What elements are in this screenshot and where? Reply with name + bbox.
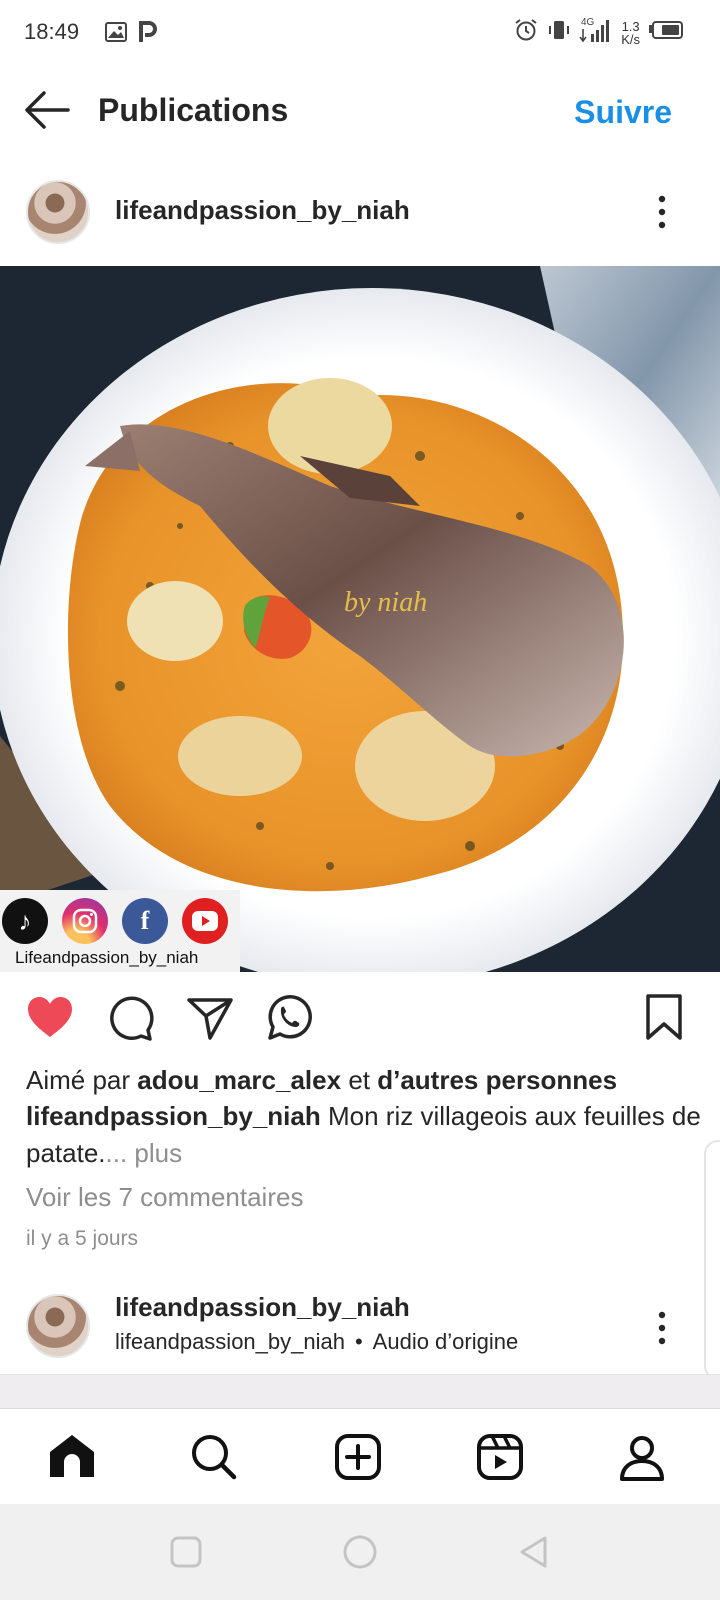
nav-home[interactable] [44, 1429, 100, 1485]
audio-info[interactable]: lifeandpassion_by_niah • Audio d’origine [115, 1329, 518, 1355]
alarm-icon [513, 17, 539, 48]
circle-icon [343, 1535, 377, 1569]
post-header: lifeandpassion_by_niah [0, 168, 720, 258]
post-caption: lifeandpassion_by_niah Mon riz villageoi… [26, 1098, 702, 1172]
status-left-icons [104, 20, 158, 49]
network-type: 4G [581, 17, 595, 28]
youtube-icon [182, 898, 228, 944]
whatsapp-share-button[interactable] [262, 992, 314, 1044]
caption-username[interactable]: lifeandpassion_by_niah [26, 1101, 321, 1131]
liked-others[interactable]: d’autres personnes [377, 1065, 617, 1095]
post-timestamp: il y a 5 jours [26, 1227, 139, 1250]
comment-icon [110, 996, 154, 1041]
instagram-icon [62, 898, 108, 944]
back-system-button[interactable] [514, 1532, 554, 1572]
facebook-icon: f [122, 898, 168, 944]
nav-reels[interactable] [472, 1429, 528, 1485]
create-icon [335, 1434, 381, 1480]
search-icon [192, 1435, 237, 1480]
save-button[interactable] [644, 992, 684, 1044]
more-vertical-icon [658, 195, 666, 229]
square-icon [170, 1536, 202, 1568]
nav-create[interactable] [330, 1429, 386, 1485]
bottom-navigation [0, 1408, 720, 1504]
more-vertical-icon [658, 1311, 666, 1345]
reels-icon [477, 1434, 523, 1480]
audio-user: lifeandpassion_by_niah [115, 1329, 345, 1354]
tiktok-icon: ♪ [2, 898, 48, 944]
system-navigation-bar [0, 1504, 720, 1600]
triangle-back-icon [520, 1536, 547, 1568]
post-image[interactable]: by niah ♪ f Lifeandpassion_by_niah [0, 266, 720, 972]
home-icon [50, 1435, 94, 1477]
recent-apps-button[interactable] [166, 1532, 206, 1572]
comment-button[interactable] [104, 992, 156, 1044]
social-icons: ♪ f [2, 898, 228, 944]
back-arrow-icon [25, 91, 70, 129]
next-author-avatar[interactable] [26, 1294, 90, 1358]
next-post-media-peek [0, 1374, 720, 1408]
liked-user[interactable]: adou_marc_alex [137, 1065, 341, 1095]
caption-more-link[interactable]: plus [134, 1138, 182, 1168]
network-speed: 1.3 K/s [621, 20, 640, 46]
author-username[interactable]: lifeandpassion_by_niah [115, 195, 410, 226]
bookmark-icon [646, 994, 682, 1040]
author-avatar[interactable] [26, 180, 90, 244]
share-button[interactable] [184, 992, 236, 1044]
caption-ellipsis: ... [105, 1138, 128, 1168]
battery-icon [648, 19, 684, 46]
likes-summary[interactable]: Aimé par adou_marc_alex et d’autres pers… [26, 1065, 617, 1096]
heart-filled-icon [28, 997, 72, 1037]
profile-icon [620, 1436, 664, 1481]
nav-profile[interactable] [614, 1429, 670, 1485]
liked-prefix: Aimé par [26, 1065, 131, 1095]
signal-icon: 4G [579, 16, 613, 49]
status-right-icons: 4G 1.3 K/s [513, 16, 684, 49]
next-post-header: lifeandpassion_by_niah lifeandpassion_by… [0, 1282, 720, 1372]
whatsapp-icon [268, 995, 312, 1040]
liked-middle: et [348, 1065, 370, 1095]
image-watermark: by niah [344, 587, 427, 618]
like-button[interactable] [24, 992, 76, 1044]
post-actions [0, 990, 720, 1050]
view-comments-link[interactable]: Voir les 7 commentaires [26, 1182, 303, 1213]
status-time: 18:49 [24, 19, 80, 44]
status-bar: 18:49 4G 1.3 K/s [0, 0, 720, 64]
separator-dot: • [354, 1329, 363, 1354]
social-overlay: ♪ f Lifeandpassion_by_niah [0, 890, 240, 972]
page-title: Publications [98, 92, 289, 128]
food-photo-illustration: by niah [0, 266, 720, 972]
vibrate-icon [547, 17, 571, 48]
audio-label: Audio d’origine [372, 1329, 519, 1354]
next-post-options-button[interactable] [650, 1308, 674, 1348]
home-system-button[interactable] [340, 1532, 380, 1572]
nav-search[interactable] [186, 1429, 242, 1485]
follow-button[interactable]: Suivre [574, 94, 672, 131]
parking-p-icon [138, 20, 158, 49]
next-author-username[interactable]: lifeandpassion_by_niah [115, 1292, 410, 1323]
top-app-bar: Publications Suivre [0, 72, 720, 152]
social-handle: Lifeandpassion_by_niah [15, 948, 199, 967]
back-button[interactable] [22, 88, 72, 132]
speed-unit: K/s [621, 31, 640, 47]
send-icon [187, 998, 233, 1040]
image-icon [104, 20, 128, 49]
post-options-button[interactable] [650, 192, 674, 232]
